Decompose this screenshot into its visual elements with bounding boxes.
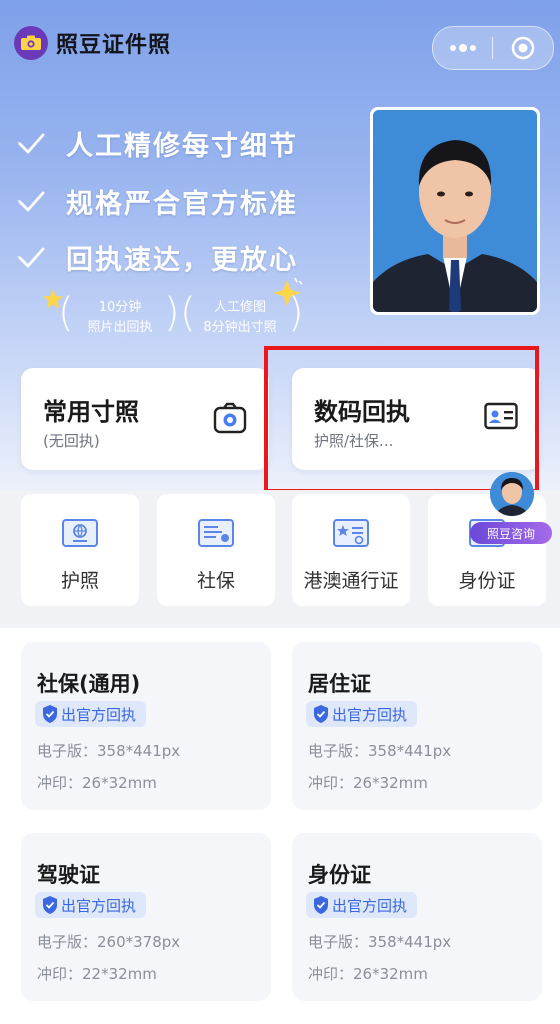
slogan-row: 回执速达，更放心 [16,238,298,277]
consultant-avatar [490,472,534,516]
card-common-photo[interactable]: 常用寸照 (无回执) [21,368,269,470]
product-list: 社保(通用) 出官方回执 电子版：358*441px 冲印：26*32mm 居住… [0,628,560,1024]
official-receipt-tag: 出官方回执 [306,892,418,918]
close-target-icon [511,36,534,60]
shield-check-icon [314,705,328,723]
official-receipt-tag: 出官方回执 [35,892,147,918]
consult-label: 照豆咨询 [470,522,552,544]
product-card[interactable]: 驾驶证 出官方回执 电子版：260*378px 冲印：22*32mm [21,833,271,1001]
category-label: 身份证 [458,570,516,592]
slogan-text: 规格严合官方标准 [66,189,298,220]
close-button[interactable] [493,27,552,69]
digital-spec: 电子版：358*441px [37,742,181,760]
category-label: 港澳通行证 [303,570,399,592]
camera-logo-icon [14,26,48,60]
category-hk-macau-permit[interactable]: 港澳通行证 [292,494,410,606]
product-card[interactable]: 身份证 出官方回执 电子版：358*441px 冲印：26*32mm [292,833,542,1001]
tag-text: 出官方回执 [61,896,137,915]
card-subtitle: (无回执) [43,432,100,450]
badge-line: 照片出回执 [87,320,153,335]
product-title: 身份证 [308,863,371,887]
product-card[interactable]: 居住证 出官方回执 电子版：358*441px 冲印：26*32mm [292,642,542,810]
social-security-card-icon [157,518,275,548]
product-title: 驾驶证 [37,863,100,887]
sample-id-photo [370,107,540,315]
product-title: 居住证 [308,672,371,696]
app-title: 照豆证件照 [56,33,172,58]
consult-text: 照豆咨询 [486,526,535,541]
official-receipt-tag: 出官方回执 [35,701,147,727]
laurel-right-icon: ) [164,290,180,336]
slogan-row: 人工精修每寸细节 [16,124,298,163]
more-dots-icon [449,44,476,52]
print-spec: 冲印：26*32mm [37,774,157,792]
category-passport[interactable]: 护照 [21,494,139,606]
category-label: 社保 [196,570,235,592]
category-label: 护照 [60,570,99,592]
passport-icon [21,518,139,548]
slogan-row: 规格严合官方标准 [16,182,298,221]
digital-spec: 电子版：260*378px [37,933,181,951]
slogan-text: 回执速达，更放心 [66,245,298,276]
check-icon [17,191,45,211]
portrait-image [373,110,537,312]
digital-spec: 电子版：358*441px [308,742,452,760]
miniprogram-capsule [432,26,554,70]
shield-check-icon [314,896,328,914]
check-icon [17,133,45,153]
app-logo: 照豆证件照 [14,26,171,60]
digital-spec: 电子版：358*441px [308,933,452,951]
badge-line: 10分钟 [98,300,142,315]
official-receipt-tag: 出官方回执 [306,701,418,727]
product-title: 社保(通用) [37,672,141,696]
print-spec: 冲印：26*32mm [308,774,428,792]
card-title: 常用寸照 [43,398,139,426]
permit-icon [292,518,410,548]
more-button[interactable] [433,27,492,69]
consult-button[interactable]: 照豆咨询 [470,470,554,546]
print-spec: 冲印：22*32mm [37,965,157,983]
print-spec: 冲印：26*32mm [308,965,428,983]
tag-text: 出官方回执 [61,705,137,724]
category-social-security[interactable]: 社保 [157,494,275,606]
badge-line: 8分钟出寸照 [203,320,277,335]
tag-text: 出官方回执 [332,705,408,724]
product-card[interactable]: 社保(通用) 出官方回执 电子版：358*441px 冲印：26*32mm [21,642,271,810]
shield-check-icon [43,896,57,914]
check-icon [17,247,45,267]
camera-icon [213,402,247,434]
badge-receipt: 10分钟 照片出回执 [72,298,168,338]
tag-text: 出官方回执 [332,896,408,915]
sparkle-icon [273,277,303,306]
shield-check-icon [43,705,57,723]
slogan-text: 人工精修每寸细节 [66,131,298,162]
